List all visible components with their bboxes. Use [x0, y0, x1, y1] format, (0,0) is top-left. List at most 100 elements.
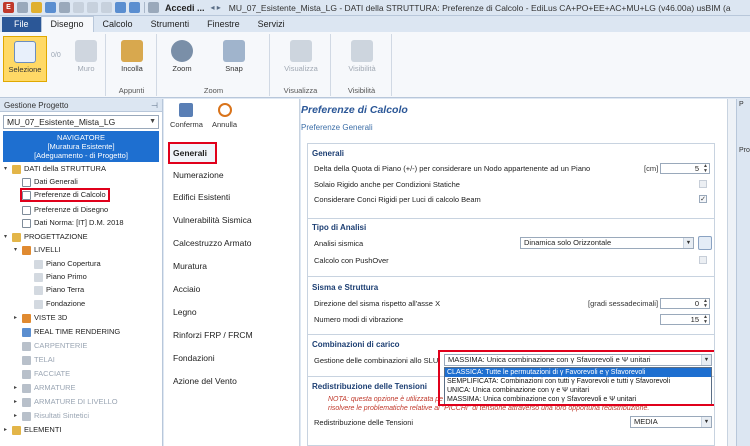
visibilita-button[interactable]: Visibilità	[340, 36, 384, 73]
tree-item-piano-terra[interactable]: Piano Terra	[34, 284, 84, 296]
spinner-icon[interactable]: ▲ ▼	[703, 299, 708, 309]
visualizza-button[interactable]: Visualizza	[279, 36, 323, 73]
tree-item-dati-struttura[interactable]: ▾ DATI della STRUTTURA	[4, 163, 106, 175]
cut-icon[interactable]	[87, 2, 98, 13]
expand-icon[interactable]: ▸	[14, 410, 22, 422]
tree-item-dati-norma[interactable]: Dati Norma: [IT] D.M. 2018	[22, 217, 124, 229]
category-generali[interactable]: Generali	[168, 142, 217, 164]
tree-item-armature-livello[interactable]: ▸ ARMATURE DI LIVELLO	[14, 396, 118, 408]
magnifier-icon	[171, 40, 193, 62]
direzione-input[interactable]: 0 ▲ ▼	[660, 298, 710, 309]
print-icon[interactable]	[59, 2, 70, 13]
expand-icon[interactable]: ▸	[14, 382, 22, 394]
analisi-sismica-select[interactable]: Dinamica solo Orizzontale ▼	[520, 237, 694, 249]
category-legno[interactable]: Legno	[173, 307, 197, 317]
vertical-scrollbar[interactable]	[727, 99, 736, 446]
incolla-button[interactable]: Incolla	[110, 36, 154, 73]
tree-item-real-time-rendering[interactable]: REAL TIME RENDERING	[22, 326, 120, 338]
category-acciaio[interactable]: Acciaio	[173, 284, 200, 294]
delta-unit: [cm]	[644, 164, 659, 173]
snap-button[interactable]: Snap	[212, 36, 256, 73]
tab-file[interactable]: File	[2, 17, 41, 32]
tree-item-preferenze-calcolo[interactable]: Preferenze di Calcolo	[20, 188, 110, 202]
expand-icon[interactable]: ▸	[4, 424, 12, 436]
project-select[interactable]: MU_07_Esistente_Mista_LG ▼	[3, 115, 159, 129]
copy-icon[interactable]	[101, 2, 112, 13]
tab-finestre[interactable]: Finestre	[198, 17, 249, 32]
collapse-icon[interactable]: ▾	[4, 163, 12, 175]
tree-item-livelli[interactable]: ▾ LIVELLI	[14, 244, 61, 256]
collapse-icon[interactable]: ▾	[14, 244, 22, 256]
category-fondazioni[interactable]: Fondazioni	[173, 353, 215, 363]
title-nav-arrows-icon[interactable]: ◂ ▸	[211, 3, 221, 12]
category-edifici-esistenti[interactable]: Edifici Esistenti	[173, 192, 230, 202]
document-icon	[22, 218, 31, 228]
category-calcestruzzo-armato[interactable]: Calcestruzzo Armato	[173, 238, 251, 248]
tree-label: Piano Primo	[46, 272, 87, 281]
solaio-label: Solaio Rigido anche per Condizioni Stati…	[314, 180, 460, 189]
category-panel: Conferma Annulla Generali Numerazione Ed…	[164, 99, 300, 446]
ribbon-group-selezione: Selezione 0/0 Muro	[0, 34, 106, 96]
modi-input[interactable]: 15 ▲ ▼	[660, 314, 710, 325]
muro-button[interactable]: Muro	[64, 36, 108, 73]
selezione-button[interactable]: Selezione	[3, 36, 47, 82]
page-subtitle: Preferenze Generali	[301, 123, 373, 132]
zoom-button[interactable]: Zoom	[160, 36, 204, 73]
tree-item-carpenterie[interactable]: CARPENTERIE	[22, 340, 87, 352]
highlight-box	[438, 350, 714, 406]
conferma-button[interactable]: Conferma	[170, 103, 203, 129]
expand-icon[interactable]: ▸	[14, 312, 22, 324]
expand-icon[interactable]: ▸	[14, 396, 22, 408]
tree-label: ELEMENTI	[24, 425, 62, 434]
category-vulnerabilita-sismica[interactable]: Vulnerabilità Sismica	[173, 215, 252, 225]
redistribuzione-select[interactable]: MEDIA ▼	[630, 416, 712, 428]
tab-servizi[interactable]: Servizi	[249, 17, 294, 32]
frame-icon	[22, 355, 31, 365]
tab-disegno[interactable]: Disegno	[40, 16, 94, 32]
tree-item-armature[interactable]: ▸ ARMATURE	[14, 382, 76, 394]
settings-icon[interactable]	[698, 236, 712, 250]
properties-tab[interactable]: Pro	[739, 147, 750, 154]
ribbon: Selezione 0/0 Muro Incolla Appunti Zoom …	[0, 32, 750, 98]
tree-item-dati-generali[interactable]: Dati Generali	[22, 176, 78, 188]
tree-item-piano-copertura[interactable]: Piano Copertura	[34, 258, 101, 270]
tree-label: VISTE 3D	[34, 313, 68, 322]
collapse-icon[interactable]: ▾	[4, 231, 12, 243]
visibilita-group-label: Visibilità	[347, 86, 376, 95]
category-azione-vento[interactable]: Azione del Vento	[173, 376, 237, 386]
redistribuzione-label: Redistribuzione delle Tensioni	[314, 418, 414, 427]
tree-item-fondazione[interactable]: Fondazione	[34, 298, 85, 310]
tab-strumenti[interactable]: Strumenti	[142, 17, 199, 32]
delta-input[interactable]: 5 ▲ ▼	[660, 163, 710, 174]
category-muratura[interactable]: Muratura	[173, 261, 207, 271]
tree-item-viste-3d[interactable]: ▸ VISTE 3D	[14, 312, 67, 324]
undo-icon[interactable]	[115, 2, 126, 13]
open-folder-icon[interactable]	[31, 2, 42, 13]
section-tipo-analisi: Tipo di Analisi	[312, 223, 367, 232]
tree-item-elementi[interactable]: ▸ ELEMENTI	[4, 424, 62, 436]
spinner-icon[interactable]: ▲ ▼	[703, 315, 708, 325]
conci-checkbox[interactable]: ✓	[699, 195, 707, 203]
save-icon[interactable]	[45, 2, 56, 13]
annulla-button[interactable]: Annulla	[212, 103, 237, 129]
tree-item-risultati-sintetici[interactable]: ▸ Risultati Sintetici	[14, 410, 89, 422]
category-rinforzi[interactable]: Rinforzi FRP / FRCM	[173, 330, 253, 340]
pin-icon[interactable]: ⊣	[151, 99, 158, 112]
tree-item-telai[interactable]: TELAI	[22, 354, 55, 366]
tree-label: Risultati Sintetici	[34, 411, 90, 420]
redo-icon[interactable]	[129, 2, 140, 13]
tree-item-preferenze-disegno[interactable]: Preferenze di Disegno	[22, 204, 108, 216]
new-file-icon[interactable]	[17, 2, 28, 13]
spinner-icon[interactable]: ▲ ▼	[703, 164, 708, 174]
tree-item-progettazione[interactable]: ▾ PROGETTAZIONE	[4, 231, 88, 243]
category-numerazione[interactable]: Numerazione	[173, 170, 224, 180]
pushover-checkbox[interactable]	[699, 256, 707, 264]
tab-calcolo[interactable]: Calcolo	[94, 17, 142, 32]
preview-icon[interactable]	[73, 2, 84, 13]
tree-item-piano-primo[interactable]: Piano Primo	[34, 271, 87, 283]
rebar-icon	[22, 397, 31, 407]
solaio-checkbox[interactable]	[699, 180, 707, 188]
tree-item-facciate[interactable]: FACCIATE	[22, 368, 70, 380]
accedi-link[interactable]: Accedi ...	[165, 3, 205, 13]
delta-label: Delta della Quota di Piano (+/-) per con…	[314, 164, 591, 173]
